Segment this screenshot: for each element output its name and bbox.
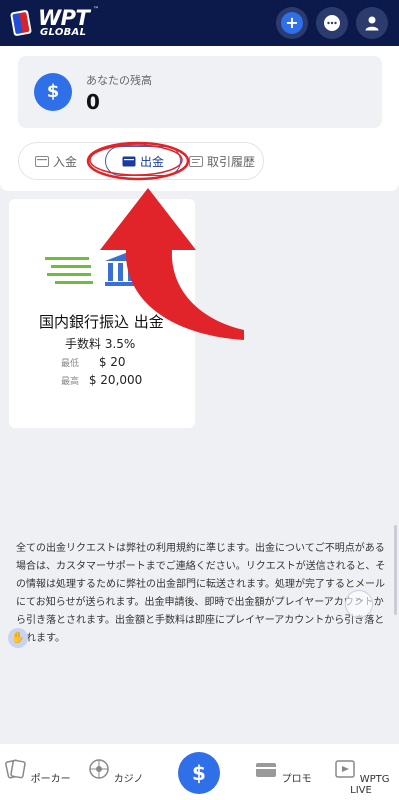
floating-help-icon[interactable]: ✋ bbox=[8, 628, 28, 648]
promo-icon bbox=[256, 763, 277, 777]
profile-button[interactable] bbox=[356, 7, 388, 39]
chat-icon bbox=[324, 15, 340, 31]
user-icon bbox=[365, 16, 379, 31]
withdraw-icon bbox=[122, 156, 136, 166]
nav-promo[interactable]: プロモ bbox=[248, 758, 318, 785]
plus-icon: + bbox=[281, 12, 303, 34]
balance-value: 0 bbox=[86, 90, 100, 114]
dollar-icon: $ bbox=[192, 761, 206, 785]
nav-casino-label: カジノ bbox=[113, 774, 144, 785]
nav-casino[interactable]: カジノ bbox=[80, 758, 150, 785]
cashier-button[interactable]: $ bbox=[178, 752, 220, 794]
max-value: $ 20,000 bbox=[88, 373, 143, 387]
wallet-icon bbox=[35, 155, 49, 167]
min-amount-row: 最低 $ 20 bbox=[61, 355, 126, 369]
dollar-icon: $ bbox=[34, 73, 72, 111]
tab-withdraw[interactable]: 出金 bbox=[105, 146, 182, 176]
tab-history-label: 取引履歴 bbox=[207, 154, 256, 169]
nav-live-label: WPTG LIVE bbox=[350, 774, 390, 796]
nav-poker[interactable]: ポーカー bbox=[2, 758, 72, 785]
live-icon bbox=[334, 760, 355, 778]
nav-live[interactable]: WPTG LIVE bbox=[326, 758, 396, 796]
min-label: 最低 bbox=[61, 359, 80, 369]
bank-transfer-method-card[interactable]: 国内銀行振込 出金 手数料 3.5% 最低 $ 20 最高 $ 20,000 bbox=[9, 199, 195, 428]
card-logo-icon bbox=[10, 10, 32, 36]
nav-promo-label: プロモ bbox=[281, 774, 312, 785]
balance-label: あなたの残高 bbox=[86, 74, 152, 87]
min-value: $ 20 bbox=[98, 355, 126, 369]
chevron-up-icon: ⌃ bbox=[353, 596, 365, 612]
scroll-to-top-button[interactable]: ⌃ bbox=[345, 590, 373, 618]
method-fee: 手数料 3.5% bbox=[65, 337, 136, 351]
wpt-global-logo[interactable]: WPT ™ GLOBAL bbox=[8, 6, 99, 40]
cards-icon bbox=[5, 759, 27, 779]
cashier-tabs: 入金 出金 取引履歴 bbox=[18, 142, 264, 180]
bank-icon bbox=[45, 251, 155, 286]
nav-poker-label: ポーカー bbox=[30, 774, 71, 785]
max-label: 最高 bbox=[61, 377, 80, 387]
history-icon bbox=[189, 155, 203, 167]
balance-card: $ あなたの残高 0 bbox=[18, 56, 382, 128]
chat-button[interactable] bbox=[316, 7, 348, 39]
tab-history[interactable]: 取引履歴 bbox=[189, 143, 255, 179]
app-header: WPT ™ GLOBAL + bbox=[0, 0, 399, 46]
add-funds-button[interactable]: + bbox=[276, 7, 308, 39]
method-title: 国内銀行振込 出金 bbox=[39, 313, 164, 331]
tab-deposit-label: 入金 bbox=[53, 154, 78, 169]
balance-panel: $ あなたの残高 0 入金 出金 取引履歴 bbox=[0, 46, 399, 191]
withdrawal-notice: 全ての出金リクエストは弊社の利用規約に準じます。出金についてご不明点がある場合は… bbox=[16, 543, 386, 644]
trademark-mark: ™ bbox=[93, 6, 99, 13]
max-amount-row: 最高 $ 20,000 bbox=[61, 373, 142, 387]
roulette-icon bbox=[88, 759, 109, 779]
logo-subtitle: GLOBAL bbox=[40, 27, 87, 38]
tab-withdraw-label: 出金 bbox=[140, 154, 165, 169]
scrollbar[interactable] bbox=[394, 525, 397, 615]
tab-deposit[interactable]: 入金 bbox=[35, 143, 77, 179]
